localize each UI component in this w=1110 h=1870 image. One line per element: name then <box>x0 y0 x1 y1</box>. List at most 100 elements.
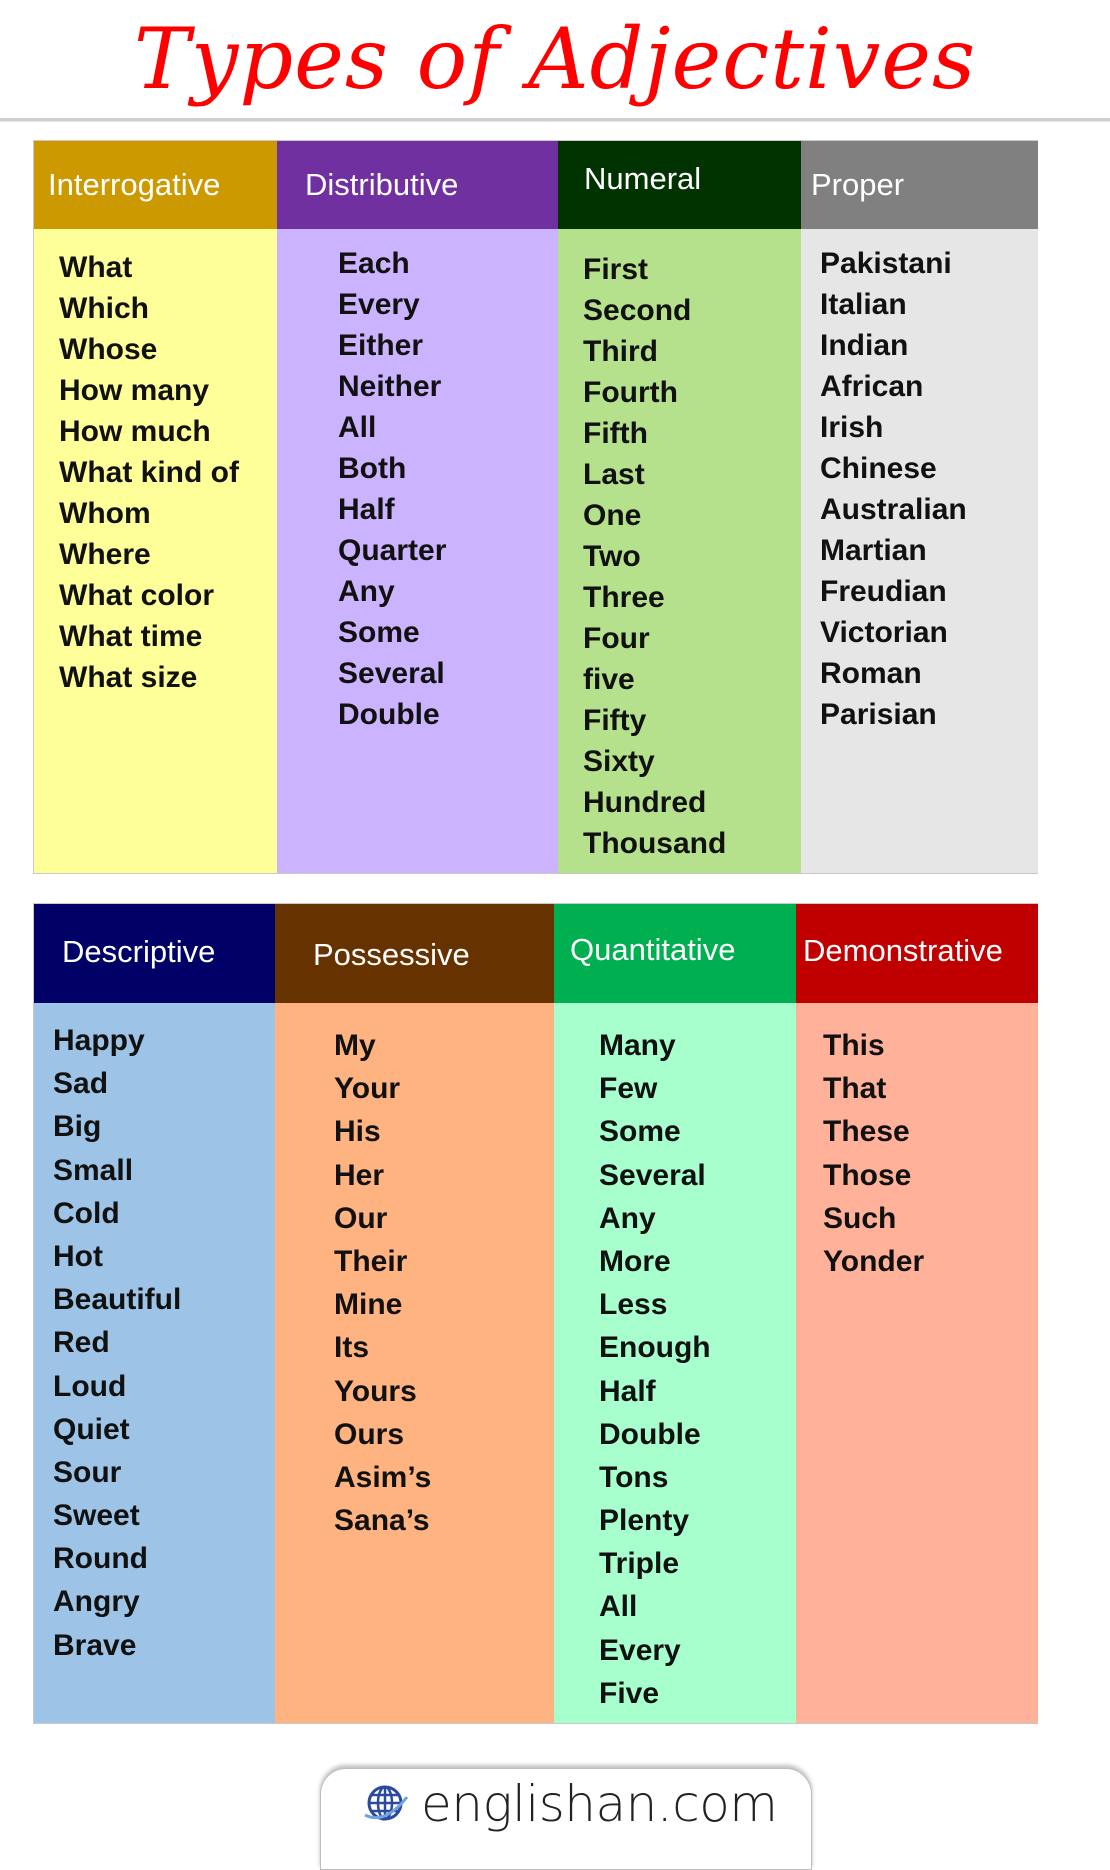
word-item: Every <box>599 1633 681 1667</box>
adjective-table-bottom: Descriptive Happy Sad Big Small Cold Hot Beaut… <box>33 903 1038 1724</box>
word-item: Cold <box>53 1196 120 1230</box>
word-item: Either <box>338 329 424 362</box>
word-item: Red <box>53 1326 110 1360</box>
title-divider <box>0 118 1110 122</box>
column-heading: Demonstrative <box>796 904 1038 1003</box>
word-item: Last <box>583 458 645 491</box>
word-item: Irish <box>820 411 884 444</box>
word-item: Beautiful <box>53 1283 182 1317</box>
word-item: Freudian <box>820 575 947 608</box>
column-heading: Descriptive <box>34 904 275 1003</box>
word-item: Yonder <box>823 1244 925 1278</box>
word-item: All <box>599 1590 638 1624</box>
word-item: What kind of <box>59 456 239 489</box>
word-item: Their <box>334 1244 408 1278</box>
word-item: My <box>334 1029 376 1062</box>
word-item: More <box>599 1244 671 1278</box>
word-list: Pakistani Italian Indian African Irish Chines… <box>820 243 967 735</box>
page-title: Types of Adjectives <box>133 10 977 108</box>
word-item: Five <box>599 1676 660 1710</box>
column-body: Each Every Either Neither All Both Half Quarter… <box>277 229 558 873</box>
word-item: Chinese <box>820 452 937 485</box>
word-item: Whose <box>59 333 158 366</box>
word-item: Half <box>599 1374 656 1408</box>
word-item: Sixty <box>583 745 655 778</box>
word-item: Hot <box>53 1239 103 1273</box>
word-item: Your <box>334 1072 401 1106</box>
word-item: Such <box>823 1201 897 1235</box>
word-item: Whom <box>59 497 151 530</box>
word-item: Several <box>599 1158 706 1192</box>
word-item: Those <box>823 1158 912 1192</box>
word-item: What time <box>59 620 203 653</box>
word-item: Tons <box>599 1460 669 1494</box>
site-name: englishan.com <box>421 1775 778 1833</box>
word-item: Some <box>599 1115 681 1149</box>
word-item: Triple <box>599 1547 680 1581</box>
word-item: How many <box>59 374 210 407</box>
word-item: Ours <box>334 1417 405 1451</box>
word-item: Fifty <box>583 704 647 737</box>
word-item: Double <box>338 698 440 731</box>
word-item: One <box>583 499 642 532</box>
word-item: How much <box>59 415 211 448</box>
column-numeral: Numeral First Second Third Fourth Fifth Last O… <box>558 141 801 873</box>
word-item: Which <box>59 292 149 325</box>
word-item: Martian <box>820 534 927 567</box>
word-item: five <box>583 663 635 696</box>
word-item: Fifth <box>583 417 648 450</box>
word-list: My Your His Her Our Their Mine Its Yours Ours Asim… <box>334 1024 431 1542</box>
column-descriptive: Descriptive Happy Sad Big Small Cold Hot Beaut… <box>34 904 275 1723</box>
column-heading: Interrogative <box>34 141 277 229</box>
word-item: These <box>823 1115 910 1149</box>
word-item: Plenty <box>599 1504 690 1538</box>
word-item: Few <box>599 1072 658 1106</box>
word-item: Asim’s <box>334 1460 432 1494</box>
word-item: Angry <box>53 1585 140 1619</box>
adjective-table-top: Interrogative What Which Whose How many How … <box>33 140 1038 874</box>
word-item: Sana’s <box>334 1504 430 1538</box>
word-list: Many Few Some Several Any More Less Enough Half D… <box>599 1024 711 1715</box>
word-item: Some <box>338 616 420 649</box>
word-item: Hundred <box>583 786 707 819</box>
word-item: His <box>334 1115 381 1149</box>
column-heading: Quantitative <box>554 904 796 1003</box>
word-item: Parisian <box>820 698 937 731</box>
word-item: Loud <box>53 1369 127 1403</box>
word-item: Australian <box>820 493 967 526</box>
word-item: Happy <box>53 1024 145 1057</box>
word-item: Any <box>338 575 395 608</box>
word-item: Roman <box>820 657 922 690</box>
word-item: Many <box>599 1029 676 1062</box>
column-heading: Numeral <box>558 141 801 229</box>
word-list: Each Every Either Neither All Both Half Quarter… <box>338 243 446 735</box>
word-item: Mine <box>334 1288 403 1322</box>
word-item: Both <box>338 452 407 485</box>
word-item: Small <box>53 1153 134 1187</box>
word-item: Sad <box>53 1067 109 1101</box>
word-item: What color <box>59 579 214 612</box>
column-interrogative: Interrogative What Which Whose How many How … <box>34 141 277 873</box>
word-item: First <box>583 253 649 286</box>
column-possessive: Possessive My Your His Her Our Their Mine Its Yo… <box>275 904 554 1723</box>
word-item: Her <box>334 1158 385 1192</box>
word-item: Thousand <box>583 827 727 860</box>
word-item: That <box>823 1072 887 1106</box>
word-item: Two <box>583 540 641 573</box>
word-item: African <box>820 370 924 403</box>
column-body: First Second Third Fourth Fifth Last One Two Thr… <box>558 229 801 873</box>
word-item: Second <box>583 294 692 327</box>
word-item: Indian <box>820 329 909 362</box>
column-body: What Which Whose How many How much What kind … <box>34 229 277 873</box>
word-list: Happy Sad Big Small Cold Hot Beautiful Red Loud Q… <box>53 1019 181 1667</box>
word-item: Every <box>338 288 420 321</box>
word-item: Victorian <box>820 616 948 649</box>
word-item: Big <box>53 1110 102 1144</box>
site-badge: englishan.com <box>320 1768 812 1870</box>
word-item: Double <box>599 1417 701 1451</box>
word-item: Pakistani <box>820 247 952 280</box>
globe-icon <box>364 1785 409 1821</box>
word-item: Each <box>338 247 410 280</box>
word-item: Any <box>599 1201 656 1235</box>
word-item: What size <box>59 661 198 694</box>
